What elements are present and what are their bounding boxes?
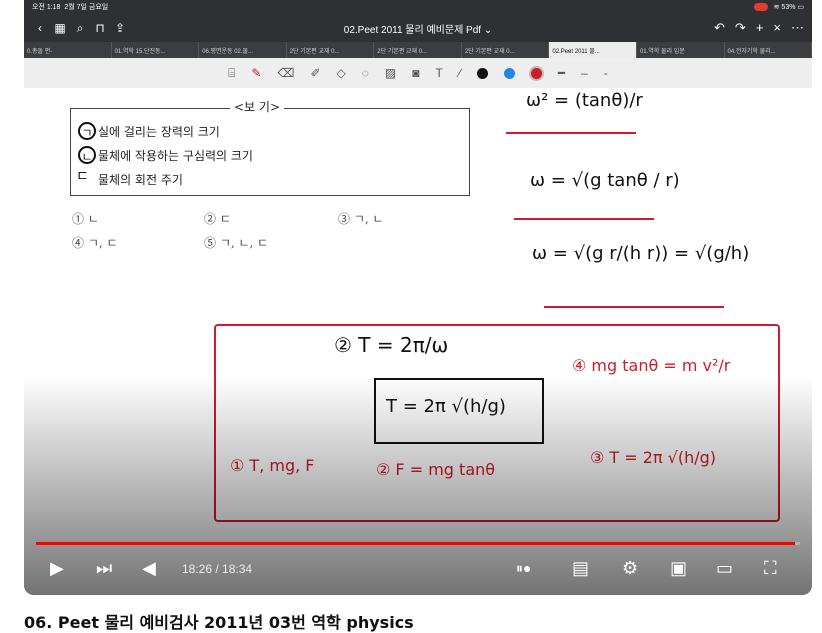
- battery-icon: ▭: [795, 4, 804, 11]
- marker-circle: ㄱ: [78, 122, 96, 140]
- tab-item[interactable]: 2단 기본편 교재 0...: [287, 42, 375, 58]
- eraser-icon[interactable]: ⌫: [277, 66, 294, 80]
- document-tabs: 0.총돌 편- 01.역학 15.단진동... 06.평면운동 02.물... …: [24, 42, 812, 58]
- tab-item[interactable]: 01.역학 물리 입문: [637, 42, 725, 58]
- fullscreen-icon[interactable]: ⛶: [764, 558, 777, 579]
- undo-icon[interactable]: ↶: [714, 20, 725, 36]
- camera-icon[interactable]: ◙: [412, 66, 419, 80]
- handwriting-red-2: ② F = mg tanθ: [376, 460, 496, 479]
- tab-item[interactable]: 0.총돌 편-: [24, 42, 112, 58]
- document-canvas[interactable]: <보 기> ㄱ 실에 걸리는 장력의 크기 ㄴ 물체에 작용하는 구심력의 크기…: [24, 88, 812, 595]
- stroke-thin-icon[interactable]: -: [604, 66, 608, 80]
- tab-item[interactable]: 04.전자기학 물리...: [725, 42, 812, 58]
- progress-bar[interactable]: [36, 542, 800, 545]
- autoplay-toggle[interactable]: ⏸●: [516, 560, 531, 577]
- red-underline: [506, 132, 636, 134]
- image-icon[interactable]: ▨: [385, 66, 396, 80]
- tab-item-active[interactable]: 02.Peet 2011 물...: [549, 42, 637, 58]
- settings-icon[interactable]: ⚙: [622, 558, 638, 579]
- volume-icon[interactable]: ◀: [142, 558, 156, 579]
- subtitles-icon[interactable]: ▤: [572, 558, 589, 579]
- handwriting-red-1: ① T, mg, F: [230, 456, 315, 475]
- video-player[interactable]: 오전 1:18 2월 7일 금요일 ≋ 53% ▭ ‹ ▦ ⌕ ⊓ ⇪ 02.P…: [24, 0, 812, 595]
- choice-5: ⑤ ㄱ, ㄴ, ㄷ: [204, 236, 269, 250]
- tab-item[interactable]: 01.역학 15.단진동...: [112, 42, 200, 58]
- redo-icon[interactable]: ↷: [735, 20, 746, 36]
- progress-fill: [36, 542, 795, 545]
- shape-icon[interactable]: ◇: [337, 66, 346, 80]
- color-red-swatch[interactable]: [530, 67, 542, 79]
- bookmark-icon[interactable]: ⊓: [90, 21, 110, 35]
- marker-circle: ㄴ: [78, 146, 96, 164]
- color-blue-swatch[interactable]: [503, 67, 515, 79]
- tab-item[interactable]: 06.평면운동 02.물...: [199, 42, 287, 58]
- grid-icon[interactable]: ▦: [50, 21, 70, 35]
- share-icon[interactable]: ⇪: [110, 21, 130, 35]
- play-icon[interactable]: ▶: [50, 558, 64, 579]
- text-scan-icon[interactable]: ⌸: [228, 66, 235, 81]
- handwriting-omega-1: ω = √(g tanθ / r): [530, 170, 680, 191]
- laser-icon[interactable]: ⁄: [459, 66, 461, 80]
- miniplayer-icon[interactable]: ▣: [670, 558, 687, 579]
- handwriting-omega-2: ω = √(g r/(h r)) = √(g/h): [532, 243, 750, 264]
- more-icon[interactable]: ⋯: [791, 20, 804, 36]
- bogi-title: <보 기>: [230, 98, 285, 115]
- next-icon[interactable]: ⏭: [96, 558, 112, 579]
- bogi-item-2: 물체에 작용하는 구심력의 크기: [98, 149, 253, 163]
- handwriting-period-boxed: T = 2π √(h/g): [386, 396, 506, 417]
- cross-mark: ㄷ: [76, 169, 89, 185]
- red-underline: [514, 218, 654, 220]
- tab-item[interactable]: 2단 기본편 교재 0...: [462, 42, 550, 58]
- choice-4: ④ ㄱ, ㄷ: [72, 236, 118, 250]
- back-icon[interactable]: ‹: [30, 21, 50, 35]
- tab-item[interactable]: 2단 기본편 교재 0...: [374, 42, 462, 58]
- stroke-thick-icon[interactable]: ━: [558, 66, 565, 80]
- document-nav-bar: ‹ ▦ ⌕ ⊓ ⇪ 02.Peet 2011 물리 예비문제 Pdf ⌄ ↶ ↷…: [24, 14, 812, 42]
- annotation-toolbar: ⌸ ✎ ⌫ ✐ ◇ ◌ ▨ ◙ T ⁄ ━ – -: [24, 58, 812, 88]
- document-title[interactable]: 02.Peet 2011 물리 예비문제 Pdf ⌄: [24, 21, 812, 36]
- record-icon: [753, 3, 768, 11]
- choice-1: ① ㄴ: [72, 212, 99, 226]
- search-icon[interactable]: ⌕: [70, 21, 90, 36]
- handwriting-omega-top: ω² = (tanθ)/r: [526, 90, 643, 111]
- battery-level: 53%: [781, 3, 796, 11]
- time-display: 18:26 / 18:34: [182, 562, 253, 576]
- choice-3: ③ ㄱ, ㄴ: [338, 212, 384, 226]
- handwriting-red-top: ④ mg tanθ = m v²/r: [572, 356, 731, 375]
- lasso-icon[interactable]: ◌: [362, 66, 369, 80]
- player-controls: ▶ ⏭ ◀ 18:26 / 18:34 ⏸● ▤ ⚙ ▣ ▭ ⛶: [24, 540, 812, 595]
- status-date: 2월 7일 금요일: [64, 4, 109, 11]
- wifi-icon: ≋: [773, 4, 782, 11]
- stroke-medium-icon[interactable]: –: [581, 66, 588, 80]
- bogi-item-3: 물체의 회전 주기: [98, 173, 183, 187]
- color-black-swatch[interactable]: [476, 67, 488, 79]
- bogi-item-1: 실에 걸리는 장력의 크기: [98, 125, 220, 139]
- red-underline: [544, 306, 724, 308]
- add-icon[interactable]: +: [756, 20, 764, 36]
- ipad-status-bar: 오전 1:18 2월 7일 금요일 ≋ 53% ▭: [24, 0, 812, 14]
- pen-icon[interactable]: ✎: [251, 66, 261, 80]
- close-icon[interactable]: ×: [773, 20, 781, 36]
- choice-2: ② ㄷ: [204, 212, 231, 226]
- video-title: 06. Peet 물리 예비검사 2011년 03번 역학 physics: [24, 613, 414, 632]
- textbox-icon[interactable]: T: [435, 66, 442, 80]
- theater-icon[interactable]: ▭: [716, 558, 733, 579]
- status-time: 오전 1:18: [32, 4, 61, 11]
- highlighter-icon[interactable]: ✐: [310, 66, 320, 80]
- handwriting-red-3: ③ T = 2π √(h/g): [590, 448, 717, 467]
